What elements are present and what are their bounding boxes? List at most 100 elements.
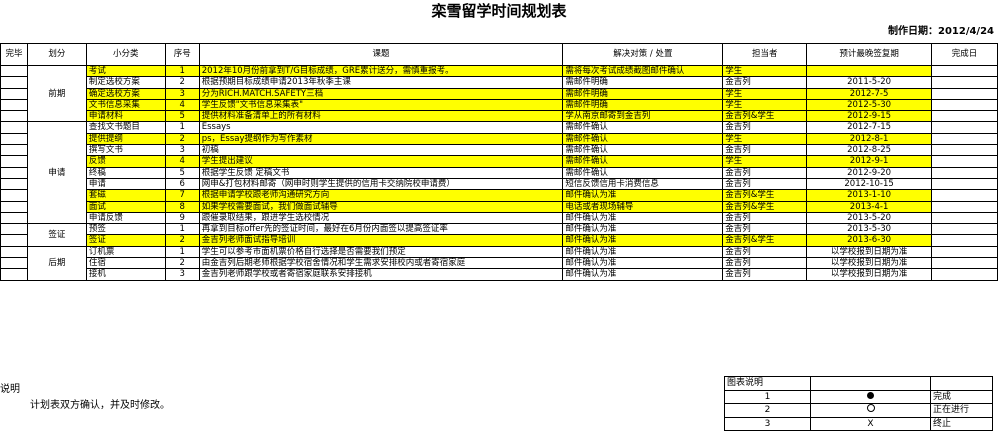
- header-topic[interactable]: 课题: [198, 43, 564, 66]
- done-cell[interactable]: [0, 64, 28, 78]
- action-cell[interactable]: 学从南京邮寄到金吉列: [562, 110, 724, 123]
- completed-date-cell[interactable]: [931, 76, 998, 89]
- number-cell[interactable]: 4: [164, 155, 200, 168]
- due-date-cell[interactable]: 2012-8-1: [806, 132, 933, 146]
- subcategory-cell[interactable]: 提供提纲: [85, 132, 166, 146]
- topic-cell[interactable]: 再拿到目标offer先的签证时间，最好在6月份内面签以提高签证率: [198, 223, 564, 236]
- action-cell[interactable]: 需邮件明确: [562, 87, 724, 100]
- subcategory-cell[interactable]: 签证: [85, 234, 166, 247]
- completed-date-cell[interactable]: [931, 200, 998, 213]
- subcategory-cell[interactable]: 接机: [85, 268, 166, 281]
- action-cell[interactable]: 邮件确认为准: [562, 268, 724, 281]
- completed-date-cell[interactable]: [931, 166, 998, 179]
- topic-cell[interactable]: 由金吉列后期老师根据学校宿舍情况和学生需求安排校内或者寄宿家庭: [198, 257, 564, 270]
- owner-cell[interactable]: 金吉列&学生: [722, 234, 808, 247]
- subcategory-cell[interactable]: 文书信息采集: [85, 98, 166, 112]
- done-cell[interactable]: [0, 245, 28, 259]
- subcategory-cell[interactable]: 申请反馈: [85, 211, 166, 225]
- number-cell[interactable]: 2: [164, 257, 200, 270]
- topic-cell[interactable]: 金吉列老师跟学校或者寄宿家庭联系安排接机: [198, 268, 564, 281]
- category-cell[interactable]: 签证: [26, 223, 87, 247]
- completed-date-cell[interactable]: [931, 155, 998, 168]
- owner-cell[interactable]: 金吉列&学生: [722, 200, 808, 213]
- owner-cell[interactable]: 学生: [722, 64, 808, 78]
- due-date-cell[interactable]: 2012-7-5: [806, 87, 933, 100]
- number-cell[interactable]: 2: [164, 234, 200, 247]
- done-cell[interactable]: [0, 132, 28, 146]
- due-date-cell[interactable]: 2012-10-15: [806, 177, 933, 191]
- number-cell[interactable]: 3: [164, 87, 200, 100]
- number-cell[interactable]: 1: [164, 64, 200, 78]
- number-cell[interactable]: 2: [164, 132, 200, 146]
- subcategory-cell[interactable]: 考试: [85, 64, 166, 78]
- done-cell[interactable]: [0, 87, 28, 100]
- number-cell[interactable]: 4: [164, 98, 200, 112]
- done-cell[interactable]: [0, 257, 28, 270]
- action-cell[interactable]: 邮件确认为准: [562, 234, 724, 247]
- action-cell[interactable]: 需邮件确认: [562, 155, 724, 168]
- topic-cell[interactable]: 网申&打包材料邮寄（网申时则学生提供的信用卡交纳院校申请费）: [198, 177, 564, 191]
- completed-date-cell[interactable]: [931, 234, 998, 247]
- completed-date-cell[interactable]: [931, 110, 998, 123]
- action-cell[interactable]: 需邮件明确: [562, 76, 724, 89]
- topic-cell[interactable]: 根据学生反馈 定稿文书: [198, 166, 564, 179]
- action-cell[interactable]: 需将每次考试成绩截图邮件确认: [562, 64, 724, 78]
- owner-cell[interactable]: 金吉列: [722, 166, 808, 179]
- header-completed-date[interactable]: 完成日: [931, 43, 998, 66]
- due-date-cell[interactable]: 2011-5-20: [806, 76, 933, 89]
- owner-cell[interactable]: 金吉列: [722, 245, 808, 259]
- action-cell[interactable]: 需邮件确认: [562, 166, 724, 179]
- subcategory-cell[interactable]: 申请材料: [85, 110, 166, 123]
- completed-date-cell[interactable]: [931, 132, 998, 146]
- number-cell[interactable]: 7: [164, 189, 200, 202]
- due-date-cell[interactable]: 2013-5-20: [806, 211, 933, 225]
- due-date-cell[interactable]: 2013-6-30: [806, 234, 933, 247]
- topic-cell[interactable]: 根据申请学校跟老师沟通研究方向: [198, 189, 564, 202]
- due-date-cell[interactable]: 以学校报到日期为准: [806, 268, 933, 281]
- completed-date-cell[interactable]: [931, 211, 998, 225]
- number-cell[interactable]: 5: [164, 110, 200, 123]
- due-date-cell[interactable]: 2012-9-15: [806, 110, 933, 123]
- done-cell[interactable]: [0, 268, 28, 281]
- done-cell[interactable]: [0, 200, 28, 213]
- number-cell[interactable]: 5: [164, 166, 200, 179]
- due-date-cell[interactable]: 2013-4-1: [806, 200, 933, 213]
- action-cell[interactable]: 需邮件明确: [562, 98, 724, 112]
- due-date-cell[interactable]: 2012-9-1: [806, 155, 933, 168]
- topic-cell[interactable]: 初稿: [198, 144, 564, 157]
- done-cell[interactable]: [0, 110, 28, 123]
- owner-cell[interactable]: 学生: [722, 87, 808, 100]
- done-cell[interactable]: [0, 121, 28, 134]
- due-date-cell[interactable]: 2013-1-10: [806, 189, 933, 202]
- due-date-cell[interactable]: 以学校报到日期为准: [806, 257, 933, 270]
- header-number[interactable]: 序号: [164, 43, 200, 66]
- subcategory-cell[interactable]: 申请: [85, 177, 166, 191]
- number-cell[interactable]: 1: [164, 223, 200, 236]
- topic-cell[interactable]: 跟催录取结果，跟进学生选校情况: [198, 211, 564, 225]
- due-date-cell[interactable]: 2012-9-20: [806, 166, 933, 179]
- action-cell[interactable]: 需邮件确认: [562, 144, 724, 157]
- done-cell[interactable]: [0, 155, 28, 168]
- subcategory-cell[interactable]: 确定选校方案: [85, 87, 166, 100]
- header-category[interactable]: 划分: [26, 43, 87, 66]
- completed-date-cell[interactable]: [931, 144, 998, 157]
- topic-cell[interactable]: 金吉列老师面试指导培训: [198, 234, 564, 247]
- done-cell[interactable]: [0, 177, 28, 191]
- topic-cell[interactable]: 2012年10月份前拿到T/G目标成绩，GRE累计送分，需慎重报考。: [198, 64, 564, 78]
- subcategory-cell[interactable]: 查找文书题目: [85, 121, 166, 134]
- done-cell[interactable]: [0, 211, 28, 225]
- header-owner[interactable]: 担当者: [722, 43, 808, 66]
- subcategory-cell[interactable]: 预签: [85, 223, 166, 236]
- completed-date-cell[interactable]: [931, 189, 998, 202]
- due-date-cell[interactable]: 2012-8-25: [806, 144, 933, 157]
- number-cell[interactable]: 1: [164, 245, 200, 259]
- due-date-cell[interactable]: 以学校报到日期为准: [806, 245, 933, 259]
- number-cell[interactable]: 1: [164, 121, 200, 134]
- owner-cell[interactable]: 金吉列: [722, 76, 808, 89]
- completed-date-cell[interactable]: [931, 98, 998, 112]
- topic-cell[interactable]: Essays: [198, 121, 564, 134]
- topic-cell[interactable]: 如果学校需要面试，我们做面试辅导: [198, 200, 564, 213]
- owner-cell[interactable]: 学生: [722, 98, 808, 112]
- owner-cell[interactable]: 学生: [722, 132, 808, 146]
- topic-cell[interactable]: 学生提出建议: [198, 155, 564, 168]
